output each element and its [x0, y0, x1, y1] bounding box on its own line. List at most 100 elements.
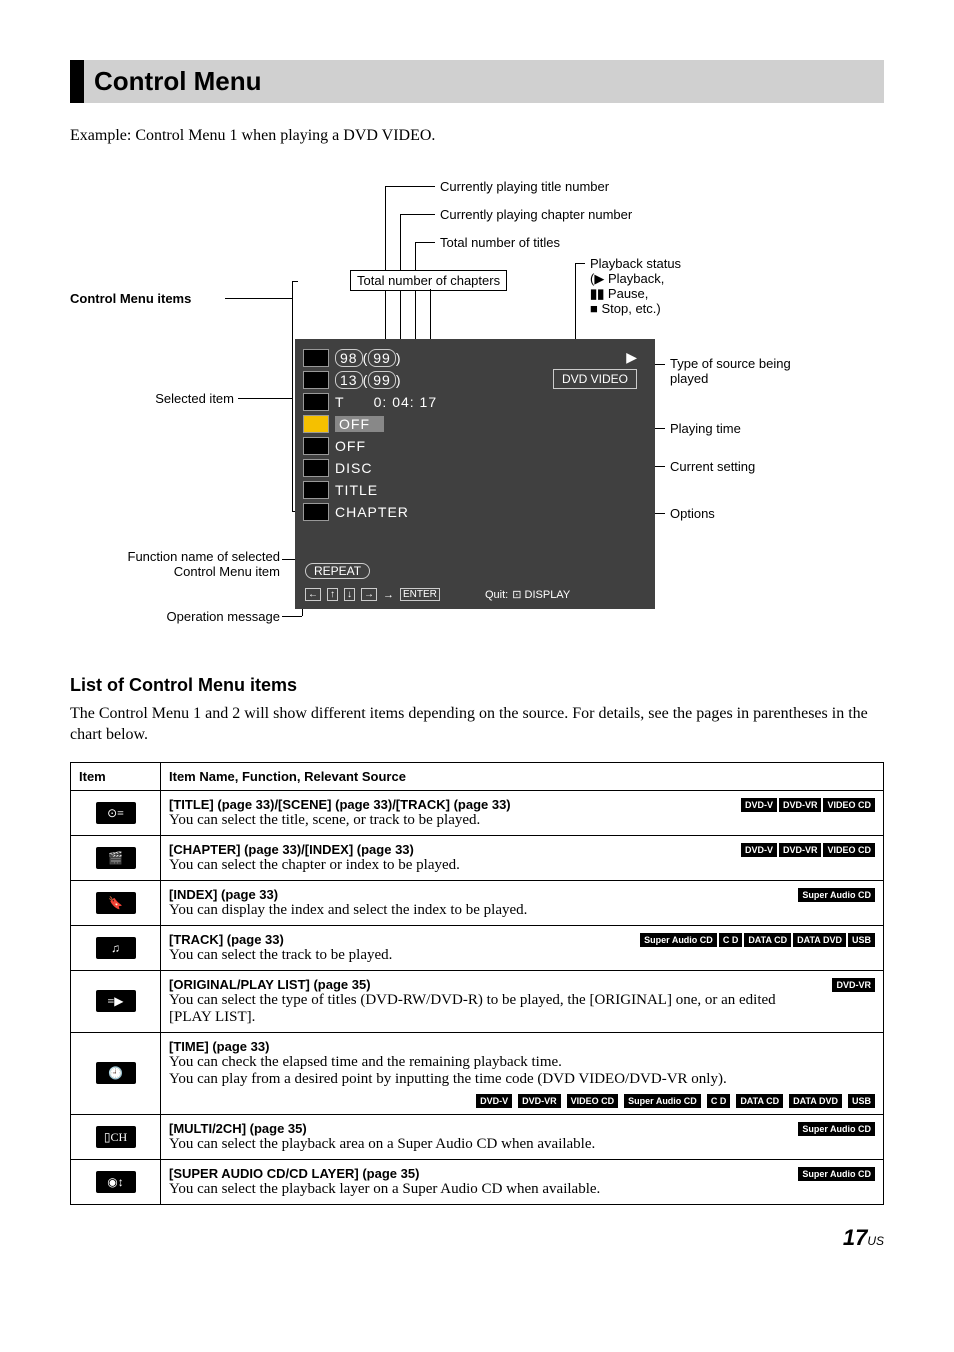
- item-icon: 🕘: [96, 1062, 136, 1084]
- item-desc: You can display the index and select the…: [169, 902, 875, 919]
- table-row: ◉↕Super Audio CD[SUPER AUDIO CD/CD LAYER…: [71, 1159, 884, 1204]
- source-badge: VIDEO CD: [823, 798, 875, 812]
- item-icon: ▯CH: [96, 1126, 136, 1148]
- subheading: List of Control Menu items: [70, 675, 884, 696]
- label-control-menu-items: Control Menu items: [70, 291, 191, 306]
- item-title: [SUPER AUDIO CD/CD LAYER] (page 35): [169, 1166, 875, 1181]
- item-icon: ♫: [96, 937, 136, 959]
- line: [400, 214, 435, 215]
- source-badge: USB: [848, 933, 875, 947]
- osd-icon: [303, 481, 329, 499]
- item-desc: You can select the track to be played.: [169, 947, 875, 964]
- line: [225, 298, 293, 299]
- badges: Super Audio CD: [796, 887, 875, 903]
- label-type-source-2: played: [670, 371, 708, 386]
- source-badge: VIDEO CD: [823, 843, 875, 857]
- item-desc: You can select the playback area on a Su…: [169, 1136, 875, 1153]
- item-desc-cell: Super Audio CD[SUPER AUDIO CD/CD LAYER] …: [161, 1159, 884, 1204]
- badges: Super Audio CD: [796, 1166, 875, 1182]
- label-playback-status-1: Playback status: [590, 256, 681, 271]
- item-desc: You can play from a desired point by inp…: [169, 1071, 875, 1088]
- source-badge: C D: [719, 933, 743, 947]
- osd-repeat-label: REPEAT: [305, 563, 370, 579]
- page-footer: 17US: [70, 1225, 884, 1251]
- osd-row: CHAPTER: [335, 504, 409, 520]
- source-badge: DVD-V: [741, 798, 777, 812]
- item-desc-cell: DVD-VR[ORIGINAL/PLAY LIST] (page 35)You …: [161, 970, 884, 1032]
- osd-title-row: 98(99): [335, 350, 402, 366]
- item-desc-cell: DVD-VDVD-VRVIDEO CD[CHAPTER] (page 33)/[…: [161, 835, 884, 880]
- source-badge: Super Audio CD: [798, 1167, 875, 1181]
- item-title: [INDEX] (page 33): [169, 887, 875, 902]
- label-options: Options: [670, 506, 715, 521]
- item-icon: 🎬: [96, 847, 136, 869]
- source-badge: DVD-VR: [518, 1094, 561, 1108]
- intro-text: The Control Menu 1 and 2 will show diffe…: [70, 704, 884, 746]
- label-func-name-2: Control Menu item: [70, 564, 280, 579]
- example-text: Example: Control Menu 1 when playing a D…: [70, 127, 884, 145]
- badges: DVD-VDVD-VRVIDEO CD: [739, 842, 875, 858]
- source-badge: DVD-VR: [832, 978, 875, 992]
- line: [575, 263, 585, 264]
- osd-source-type: DVD VIDEO: [553, 369, 637, 389]
- line: [575, 263, 576, 343]
- source-badge: DVD-V: [476, 1094, 512, 1108]
- item-desc: You can select the chapter or index to b…: [169, 857, 875, 874]
- source-badge: Super Audio CD: [798, 888, 875, 902]
- source-badge: Super Audio CD: [624, 1094, 701, 1108]
- page-number: 17: [843, 1225, 867, 1250]
- brace-line: [292, 281, 293, 511]
- badges: Super Audio CDC DDATA CDDATA DVDUSB: [638, 932, 875, 948]
- osd-selected-value: OFF: [335, 416, 384, 432]
- table-row: 🎬 DVD-VDVD-VRVIDEO CD[CHAPTER] (page 33)/…: [71, 835, 884, 880]
- source-badge: C D: [707, 1094, 731, 1108]
- item-icon: ⊙≡: [96, 802, 136, 824]
- table-row: ♫Super Audio CDC DDATA CDDATA DVDUSB[TRA…: [71, 925, 884, 970]
- item-icon-cell: 🔖: [71, 880, 161, 925]
- line: [282, 616, 302, 617]
- table-row: 🔖Super Audio CD[INDEX] (page 33)You can …: [71, 880, 884, 925]
- item-icon-cell: 🎬: [71, 835, 161, 880]
- item-desc-cell: Super Audio CD[INDEX] (page 33)You can d…: [161, 880, 884, 925]
- badges: DVD-VDVD-VRVIDEO CD: [739, 797, 875, 813]
- label-playback-status-3: ▮▮ Pause,: [590, 286, 648, 302]
- line: [385, 186, 435, 187]
- source-badge: DATA CD: [736, 1094, 783, 1108]
- badges: DVD-VR: [830, 977, 875, 993]
- osd-icon: [303, 349, 329, 367]
- page-heading: Control Menu: [94, 66, 874, 97]
- osd-icon-selected: [303, 415, 329, 433]
- item-icon: ≡▶: [96, 990, 136, 1012]
- item-desc-cell: DVD-VDVD-VRVIDEO CD[TITLE] (page 33)/[SC…: [161, 790, 884, 835]
- item-title: [ORIGINAL/PLAY LIST] (page 35): [169, 977, 875, 992]
- col-header-item: Item: [71, 762, 161, 790]
- item-desc-cell: Super Audio CD[MULTI/2CH] (page 35)You c…: [161, 1114, 884, 1159]
- line: [292, 281, 298, 282]
- item-desc: You can check the elapsed time and the r…: [169, 1054, 875, 1071]
- page-suffix: US: [867, 1234, 884, 1248]
- label-curr-title: Currently playing title number: [440, 179, 609, 194]
- item-title: [MULTI/2CH] (page 35): [169, 1121, 875, 1136]
- label-curr-chapter: Currently playing chapter number: [440, 207, 632, 222]
- item-icon-cell: ≡▶: [71, 970, 161, 1032]
- item-icon-cell: ▯CH: [71, 1114, 161, 1159]
- item-icon-cell: ⊙≡: [71, 790, 161, 835]
- source-badge: Super Audio CD: [798, 1122, 875, 1136]
- osd-navigation-hint: ←↑↓→ → ENTER: [305, 588, 440, 601]
- item-icon-cell: ◉↕: [71, 1159, 161, 1204]
- source-badge: DVD-VR: [779, 798, 822, 812]
- item-icon-cell: ♫: [71, 925, 161, 970]
- item-desc-cell: [TIME] (page 33)You can check the elapse…: [161, 1032, 884, 1114]
- label-total-chapters: Total number of chapters: [350, 270, 507, 291]
- item-desc: You can select the type of titles (DVD-R…: [169, 992, 875, 1026]
- badges: Super Audio CD: [796, 1121, 875, 1137]
- item-icon-cell: 🕘: [71, 1032, 161, 1114]
- label-playback-status-2: (▶ Playback,: [590, 271, 664, 287]
- osd-row: DISC: [335, 460, 372, 476]
- label-op-msg: Operation message: [110, 609, 280, 624]
- source-badge: DVD-V: [741, 843, 777, 857]
- table-row: ▯CH Super Audio CD[MULTI/2CH] (page 35)Yo…: [71, 1114, 884, 1159]
- col-header-desc: Item Name, Function, Relevant Source: [161, 762, 884, 790]
- label-selected-item: Selected item: [144, 391, 234, 406]
- source-badge: VIDEO CD: [567, 1094, 619, 1108]
